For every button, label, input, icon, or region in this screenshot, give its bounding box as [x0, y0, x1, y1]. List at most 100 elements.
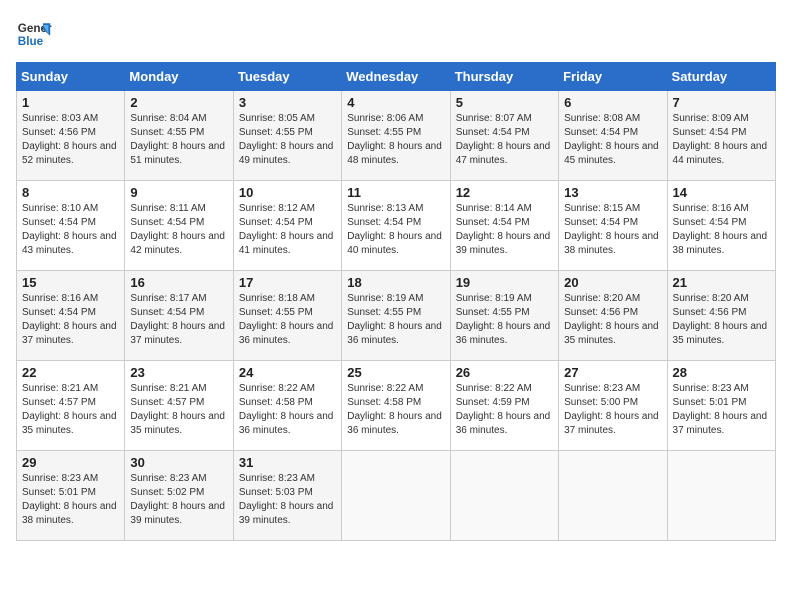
svg-text:Blue: Blue [18, 35, 44, 48]
cell-info: Sunrise: 8:23 AMSunset: 5:01 PMDaylight:… [22, 472, 119, 528]
calendar-cell: 15 Sunrise: 8:16 AMSunset: 4:54 PMDayligh… [17, 271, 125, 361]
calendar-table: SundayMondayTuesdayWednesdayThursdayFrid… [16, 62, 776, 541]
calendar-cell: 6 Sunrise: 8:08 AMSunset: 4:54 PMDaylight… [559, 91, 667, 181]
cell-info: Sunrise: 8:23 AMSunset: 5:02 PMDaylight:… [130, 472, 227, 528]
calendar-cell: 3 Sunrise: 8:05 AMSunset: 4:55 PMDaylight… [233, 91, 341, 181]
day-number: 14 [673, 185, 770, 200]
calendar-cell [559, 451, 667, 541]
day-number: 30 [130, 455, 227, 470]
logo: General Blue [16, 16, 52, 52]
day-number: 11 [347, 185, 444, 200]
day-number: 24 [239, 365, 336, 380]
day-number: 21 [673, 275, 770, 290]
cell-info: Sunrise: 8:16 AMSunset: 4:54 PMDaylight:… [22, 292, 119, 348]
calendar-week-2: 8Sunrise: 8:10 AMSunset: 4:54 PMDaylight… [17, 181, 776, 271]
day-number: 7 [673, 95, 770, 110]
cell-info: Sunrise: 8:11 AMSunset: 4:54 PMDaylight:… [130, 202, 227, 258]
calendar-cell: 12Sunrise: 8:14 AMSunset: 4:54 PMDayligh… [450, 181, 558, 271]
calendar-cell: 13Sunrise: 8:15 AMSunset: 4:54 PMDayligh… [559, 181, 667, 271]
calendar-cell: 22 Sunrise: 8:21 AMSunset: 4:57 PMDayligh… [17, 361, 125, 451]
cell-info: Sunrise: 8:19 AMSunset: 4:55 PMDaylight:… [456, 292, 553, 348]
day-number: 4 [347, 95, 444, 110]
day-number: 5 [456, 95, 553, 110]
day-number: 26 [456, 365, 553, 380]
day-number: 29 [22, 455, 119, 470]
calendar-cell: 1 Sunrise: 8:03 AMSunset: 4:56 PMDaylight… [17, 91, 125, 181]
day-number: 16 [130, 275, 227, 290]
cell-info: Sunrise: 8:20 AMSunset: 4:56 PMDaylight:… [564, 292, 661, 348]
cell-info: Sunrise: 8:04 AMSunset: 4:55 PMDaylight:… [130, 112, 227, 168]
day-number: 17 [239, 275, 336, 290]
cell-info: Sunrise: 8:22 AMSunset: 4:58 PMDaylight:… [239, 382, 336, 438]
cell-info: Sunrise: 8:05 AMSunset: 4:55 PMDaylight:… [239, 112, 336, 168]
day-number: 22 [22, 365, 119, 380]
day-number: 3 [239, 95, 336, 110]
cell-info: Sunrise: 8:13 AMSunset: 4:54 PMDaylight:… [347, 202, 444, 258]
cell-info: Sunrise: 8:21 AMSunset: 4:57 PMDaylight:… [22, 382, 119, 438]
calendar-cell [342, 451, 450, 541]
calendar-cell: 20 Sunrise: 8:20 AMSunset: 4:56 PMDayligh… [559, 271, 667, 361]
weekday-header-sunday: Sunday [17, 63, 125, 91]
cell-info: Sunrise: 8:07 AMSunset: 4:54 PMDaylight:… [456, 112, 553, 168]
calendar-cell: 23 Sunrise: 8:21 AMSunset: 4:57 PMDayligh… [125, 361, 233, 451]
cell-info: Sunrise: 8:15 AMSunset: 4:54 PMDaylight:… [564, 202, 661, 258]
cell-info: Sunrise: 8:22 AMSunset: 4:58 PMDaylight:… [347, 382, 444, 438]
cell-info: Sunrise: 8:22 AMSunset: 4:59 PMDaylight:… [456, 382, 553, 438]
calendar-cell [450, 451, 558, 541]
cell-info: Sunrise: 8:16 AMSunset: 4:54 PMDaylight:… [673, 202, 770, 258]
day-number: 18 [347, 275, 444, 290]
cell-info: Sunrise: 8:23 AMSunset: 5:03 PMDaylight:… [239, 472, 336, 528]
calendar-cell: 14 Sunrise: 8:16 AMSunset: 4:54 PMDayligh… [667, 181, 775, 271]
cell-info: Sunrise: 8:10 AMSunset: 4:54 PMDaylight:… [22, 202, 119, 258]
calendar-cell: 17 Sunrise: 8:18 AMSunset: 4:55 PMDayligh… [233, 271, 341, 361]
calendar-cell: 2 Sunrise: 8:04 AMSunset: 4:55 PMDaylight… [125, 91, 233, 181]
cell-info: Sunrise: 8:19 AMSunset: 4:55 PMDaylight:… [347, 292, 444, 348]
calendar-cell: 21 Sunrise: 8:20 AMSunset: 4:56 PMDayligh… [667, 271, 775, 361]
logo-icon: General Blue [16, 16, 52, 52]
calendar-cell: 29 Sunrise: 8:23 AMSunset: 5:01 PMDayligh… [17, 451, 125, 541]
calendar-week-4: 22 Sunrise: 8:21 AMSunset: 4:57 PMDayligh… [17, 361, 776, 451]
day-number: 15 [22, 275, 119, 290]
calendar-cell: 5 Sunrise: 8:07 AMSunset: 4:54 PMDaylight… [450, 91, 558, 181]
day-number: 6 [564, 95, 661, 110]
cell-info: Sunrise: 8:06 AMSunset: 4:55 PMDaylight:… [347, 112, 444, 168]
calendar-week-3: 15 Sunrise: 8:16 AMSunset: 4:54 PMDayligh… [17, 271, 776, 361]
page-header: General Blue [16, 16, 776, 52]
calendar-cell: 16Sunrise: 8:17 AMSunset: 4:54 PMDayligh… [125, 271, 233, 361]
calendar-cell: 19 Sunrise: 8:19 AMSunset: 4:55 PMDayligh… [450, 271, 558, 361]
cell-info: Sunrise: 8:03 AMSunset: 4:56 PMDaylight:… [22, 112, 119, 168]
weekday-header-friday: Friday [559, 63, 667, 91]
day-number: 10 [239, 185, 336, 200]
cell-info: Sunrise: 8:20 AMSunset: 4:56 PMDaylight:… [673, 292, 770, 348]
cell-info: Sunrise: 8:08 AMSunset: 4:54 PMDaylight:… [564, 112, 661, 168]
calendar-cell: 18 Sunrise: 8:19 AMSunset: 4:55 PMDayligh… [342, 271, 450, 361]
cell-info: Sunrise: 8:09 AMSunset: 4:54 PMDaylight:… [673, 112, 770, 168]
cell-info: Sunrise: 8:21 AMSunset: 4:57 PMDaylight:… [130, 382, 227, 438]
calendar-cell: 9Sunrise: 8:11 AMSunset: 4:54 PMDaylight… [125, 181, 233, 271]
calendar-week-5: 29 Sunrise: 8:23 AMSunset: 5:01 PMDayligh… [17, 451, 776, 541]
calendar-cell: 11 Sunrise: 8:13 AMSunset: 4:54 PMDayligh… [342, 181, 450, 271]
day-number: 25 [347, 365, 444, 380]
day-number: 23 [130, 365, 227, 380]
calendar-cell [667, 451, 775, 541]
calendar-cell: 27Sunrise: 8:23 AMSunset: 5:00 PMDayligh… [559, 361, 667, 451]
day-number: 28 [673, 365, 770, 380]
day-number: 20 [564, 275, 661, 290]
calendar-cell: 31Sunrise: 8:23 AMSunset: 5:03 PMDayligh… [233, 451, 341, 541]
weekday-header-tuesday: Tuesday [233, 63, 341, 91]
calendar-cell: 28 Sunrise: 8:23 AMSunset: 5:01 PMDayligh… [667, 361, 775, 451]
calendar-cell: 4 Sunrise: 8:06 AMSunset: 4:55 PMDaylight… [342, 91, 450, 181]
cell-info: Sunrise: 8:23 AMSunset: 5:01 PMDaylight:… [673, 382, 770, 438]
day-number: 2 [130, 95, 227, 110]
calendar-cell: 26 Sunrise: 8:22 AMSunset: 4:59 PMDayligh… [450, 361, 558, 451]
calendar-cell: 30 Sunrise: 8:23 AMSunset: 5:02 PMDayligh… [125, 451, 233, 541]
cell-info: Sunrise: 8:23 AMSunset: 5:00 PMDaylight:… [564, 382, 661, 438]
day-number: 1 [22, 95, 119, 110]
cell-info: Sunrise: 8:18 AMSunset: 4:55 PMDaylight:… [239, 292, 336, 348]
calendar-cell: 10 Sunrise: 8:12 AMSunset: 4:54 PMDayligh… [233, 181, 341, 271]
calendar-cell: 24 Sunrise: 8:22 AMSunset: 4:58 PMDayligh… [233, 361, 341, 451]
calendar-cell: 8Sunrise: 8:10 AMSunset: 4:54 PMDaylight… [17, 181, 125, 271]
calendar-cell: 25 Sunrise: 8:22 AMSunset: 4:58 PMDayligh… [342, 361, 450, 451]
day-number: 19 [456, 275, 553, 290]
cell-info: Sunrise: 8:12 AMSunset: 4:54 PMDaylight:… [239, 202, 336, 258]
